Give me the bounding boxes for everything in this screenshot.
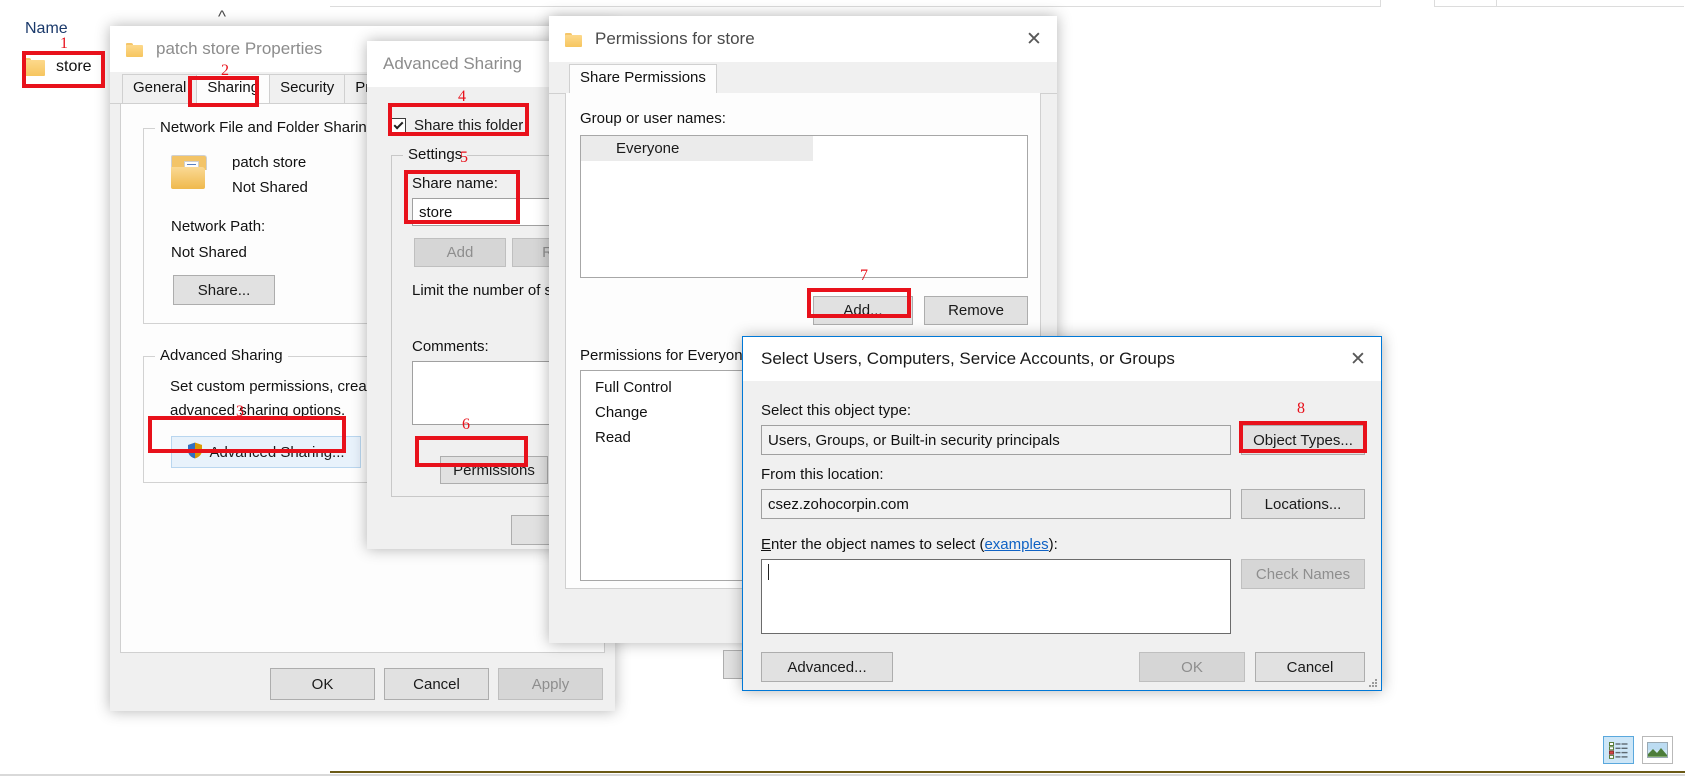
object-types-button[interactable]: Object Types...	[1241, 425, 1365, 455]
advanced-button[interactable]: Advanced...	[761, 652, 893, 682]
resize-grip-icon[interactable]	[1367, 677, 1378, 688]
permissions-button[interactable]: Permissions	[440, 456, 548, 484]
permission-row-full-control: Full Control	[595, 379, 672, 396]
explorer-header-rule	[330, 6, 1380, 7]
object-type-value: Users, Groups, or Built-in security prin…	[768, 431, 1060, 449]
advanced-description-line1: Set custom permissions, create m	[170, 378, 396, 395]
object-names-label-text: nter the object names to select (	[771, 536, 985, 553]
window-title: Advanced Sharing	[383, 54, 522, 73]
view-toggle-group	[1603, 736, 1673, 764]
annotation-number-6: 6	[462, 416, 470, 433]
location-value: csez.zohocorpin.com	[768, 495, 909, 513]
folder-icon	[565, 32, 583, 47]
share-name-label: Share name:	[412, 175, 498, 192]
remove-permission-button[interactable]: Remove	[924, 296, 1028, 325]
add-share-name-button: Add	[414, 238, 506, 267]
object-type-label: Select this object type:	[761, 402, 912, 419]
advanced-description-line2: advanced sharing options.	[170, 402, 346, 419]
annotation-number-7: 7	[860, 267, 868, 284]
group-user-list[interactable]: Everyone	[580, 135, 1028, 278]
checkbox-checked-icon	[391, 118, 406, 133]
share-button[interactable]: Share...	[173, 275, 275, 305]
object-names-label-suffix: ):	[1048, 536, 1058, 553]
share-state-text: Not Shared	[232, 179, 308, 196]
people-icon	[589, 141, 608, 156]
list-item[interactable]: store	[24, 57, 104, 76]
annotation-number-4: 4	[458, 88, 466, 105]
permissions-title-bar[interactable]: Permissions for store ✕	[549, 16, 1057, 62]
share-this-folder-checkbox[interactable]: Share this folder	[391, 117, 523, 134]
examples-link[interactable]: examples	[984, 536, 1048, 553]
folder-icon	[126, 42, 144, 57]
large-icons-view-icon[interactable]	[1642, 736, 1673, 764]
tab-security[interactable]: Security	[269, 74, 346, 103]
object-names-label-accesskey: E	[761, 536, 772, 553]
annotation-number-5: 5	[460, 149, 468, 166]
tab-share-permissions[interactable]: Share Permissions	[569, 64, 717, 94]
annotation-number-3: 3	[236, 403, 244, 420]
status-bar-rule	[330, 771, 1685, 773]
locations-button[interactable]: Locations...	[1241, 489, 1365, 519]
group-legend: Settings	[403, 146, 468, 163]
network-path-value: Not Shared	[171, 244, 247, 261]
comments-label: Comments:	[412, 338, 489, 355]
share-name-value: store	[419, 203, 453, 221]
permission-row-read: Read	[595, 429, 631, 446]
tab-general[interactable]: General	[122, 74, 198, 103]
limit-users-label: Limit the number of s	[412, 282, 553, 299]
window-title: Select Users, Computers, Service Account…	[761, 349, 1175, 368]
share-this-folder-label: Share this folder	[414, 117, 524, 134]
group-legend: Network File and Folder Sharing	[155, 119, 381, 136]
window-title: patch store Properties	[156, 39, 323, 58]
add-permission-button[interactable]: Add...	[813, 296, 913, 325]
select-users-ok-button: OK	[1139, 652, 1245, 682]
select-users-cancel-button[interactable]: Cancel	[1255, 652, 1365, 682]
column-divider	[1380, 0, 1381, 7]
chevron-up-icon[interactable]: ^	[218, 8, 226, 25]
share-name-text: patch store	[232, 154, 307, 171]
from-location-label: From this location:	[761, 466, 884, 483]
check-names-button: Check Names	[1241, 559, 1365, 589]
permissions-for-everyone-label: Permissions for Everyone	[580, 347, 751, 364]
object-type-field[interactable]: Users, Groups, or Built-in security prin…	[761, 425, 1231, 455]
group-legend: Advanced Sharing	[155, 347, 288, 364]
properties-apply-button: Apply	[498, 668, 603, 700]
list-item-label: Everyone	[616, 140, 680, 157]
annotation-number-2: 2	[221, 62, 229, 79]
list-item-everyone[interactable]: Everyone	[581, 136, 813, 161]
annotation-number-8: 8	[1297, 400, 1305, 417]
permissions-tabstrip: Share Permissions	[549, 62, 1057, 94]
object-names-label: Enter the object names to select (exampl…	[761, 536, 1058, 553]
annotation-number-1: 1	[60, 35, 68, 52]
location-field[interactable]: csez.zohocorpin.com	[761, 489, 1231, 519]
permission-row-change: Change	[595, 404, 648, 421]
close-icon[interactable]: ✕	[1335, 336, 1381, 382]
select-users-title-bar[interactable]: Select Users, Computers, Service Account…	[743, 337, 1381, 381]
text-caret	[768, 564, 769, 580]
window-title: Permissions for store	[595, 29, 755, 48]
close-icon[interactable]: ✕	[1011, 16, 1057, 62]
explorer-header-rule-right	[1434, 6, 1684, 7]
advanced-sharing-button-label: Advanced Sharing...	[209, 443, 345, 461]
advanced-sharing-button[interactable]: Advanced Sharing...	[171, 436, 361, 468]
network-path-label: Network Path:	[171, 218, 266, 235]
group-or-user-names-label: Group or user names:	[580, 110, 726, 127]
tab-sharing[interactable]: Sharing	[196, 74, 271, 104]
column-divider	[1434, 0, 1435, 7]
uac-shield-icon	[187, 442, 203, 463]
select-users-window: Select Users, Computers, Service Account…	[742, 336, 1382, 691]
folder-icon	[24, 57, 46, 76]
list-item-label: store	[56, 57, 92, 75]
object-names-input[interactable]	[761, 559, 1231, 634]
column-divider	[1496, 0, 1497, 7]
folder-document-icon	[171, 155, 207, 189]
properties-ok-button[interactable]: OK	[270, 668, 375, 700]
properties-cancel-button[interactable]: Cancel	[384, 668, 489, 700]
details-view-icon[interactable]	[1603, 736, 1634, 764]
